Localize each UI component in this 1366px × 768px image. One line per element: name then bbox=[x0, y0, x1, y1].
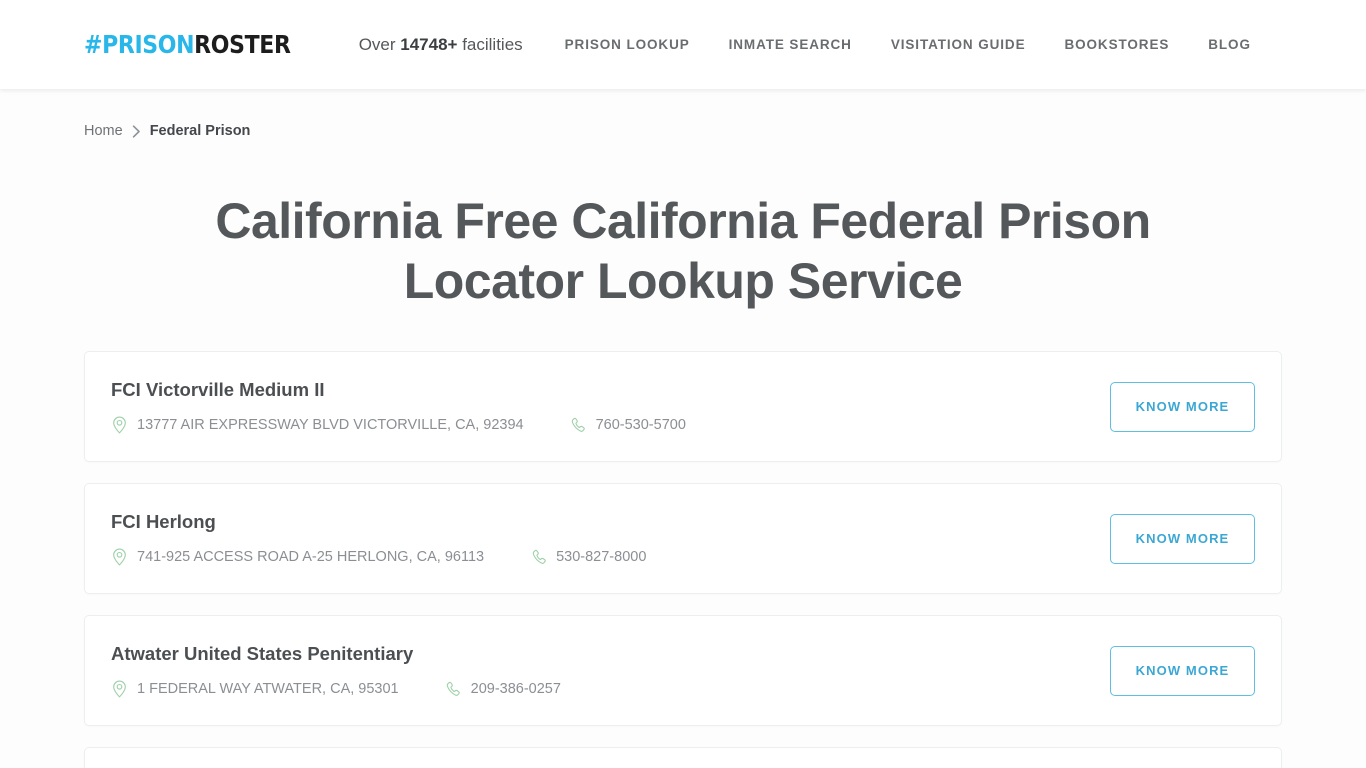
page-title: California Free California Federal Priso… bbox=[215, 193, 1151, 309]
facility-count-label: Over 14748+ facilities bbox=[359, 35, 523, 55]
facility-address-text: 741-925 ACCESS ROAD A-25 HERLONG, CA, 96… bbox=[137, 548, 485, 565]
facility-phone-text: 209-386-0257 bbox=[470, 680, 561, 697]
nav-bookstores[interactable]: BOOKSTORES bbox=[1064, 37, 1169, 52]
facility-list: FCI Victorville Medium II 13777 AIR EXPR… bbox=[84, 351, 1282, 768]
facility-phone-text: 530-827-8000 bbox=[556, 548, 647, 565]
facility-address: 13777 AIR EXPRESSWAY BLVD VICTORVILLE, C… bbox=[111, 415, 524, 434]
site-logo[interactable]: #PRISONROSTER bbox=[84, 30, 291, 59]
facility-meta: 13777 AIR EXPRESSWAY BLVD VICTORVILLE, C… bbox=[111, 415, 1110, 434]
facility-card[interactable]: FCI Victorville Medium II 13777 AIR EXPR… bbox=[84, 351, 1282, 462]
breadcrumb: Home Federal Prison bbox=[84, 89, 1282, 139]
facility-count-suffix: facilities bbox=[457, 34, 523, 54]
facility-info: FCI Herlong 741-925 ACCESS ROAD A-25 HER… bbox=[111, 511, 1110, 566]
nav-visitation-guide[interactable]: VISITATION GUIDE bbox=[891, 37, 1026, 52]
facility-phone: 209-386-0257 bbox=[445, 679, 561, 698]
facility-name: Atwater United States Penitentiary bbox=[111, 643, 414, 664]
facility-meta: 1 FEDERAL WAY ATWATER, CA, 95301 209-386… bbox=[111, 679, 1110, 698]
know-more-button[interactable]: KNOW MORE bbox=[1110, 645, 1255, 696]
header-inner: #PRISONROSTER Over 14748+ facilities PRI… bbox=[68, 30, 1298, 59]
facility-card[interactable]: Atwater United States Penitentiary 1 FED… bbox=[84, 615, 1282, 726]
facility-address: 1 FEDERAL WAY ATWATER, CA, 95301 bbox=[111, 679, 399, 698]
nav-blog[interactable]: BLOG bbox=[1208, 37, 1251, 52]
phone-icon bbox=[530, 547, 547, 566]
facility-info: FCI Victorville Medium II 13777 AIR EXPR… bbox=[111, 379, 1110, 434]
facility-address-text: 1 FEDERAL WAY ATWATER, CA, 95301 bbox=[137, 680, 399, 697]
page-content: Home Federal Prison California Free Cali… bbox=[68, 89, 1298, 768]
map-pin-icon bbox=[111, 415, 128, 434]
facility-name: FCI Victorville Medium II bbox=[111, 379, 325, 400]
facility-phone: 760-530-5700 bbox=[570, 415, 686, 434]
facility-card[interactable]: FCI Herlong 741-925 ACCESS ROAD A-25 HER… bbox=[84, 483, 1282, 594]
chevron-right-icon bbox=[132, 124, 141, 138]
facility-phone: 530-827-8000 bbox=[530, 547, 646, 566]
site-header: #PRISONROSTER Over 14748+ facilities PRI… bbox=[0, 0, 1366, 89]
map-pin-icon bbox=[111, 547, 128, 566]
facility-count-value: 14748+ bbox=[400, 34, 458, 54]
logo-roster-text: ROSTER bbox=[194, 30, 291, 59]
nav-inmate-search[interactable]: INMATE SEARCH bbox=[729, 37, 852, 52]
breadcrumb-current-page: Federal Prison bbox=[149, 123, 251, 139]
facility-address: 741-925 ACCESS ROAD A-25 HERLONG, CA, 96… bbox=[111, 547, 484, 566]
phone-icon bbox=[445, 679, 462, 698]
facility-count-prefix: Over bbox=[358, 34, 401, 54]
map-pin-icon bbox=[111, 679, 128, 698]
facility-name: FCI Herlong bbox=[111, 511, 216, 532]
main-navigation: PRISON LOOKUP INMATE SEARCH VISITATION G… bbox=[565, 37, 1251, 52]
facility-address-text: 13777 AIR EXPRESSWAY BLVD VICTORVILLE, C… bbox=[137, 416, 524, 433]
know-more-button[interactable]: KNOW MORE bbox=[1110, 381, 1255, 432]
breadcrumb-home-link[interactable]: Home bbox=[84, 123, 123, 139]
know-more-button[interactable]: KNOW MORE bbox=[1110, 513, 1255, 564]
facility-card[interactable] bbox=[84, 747, 1282, 768]
facility-info: Atwater United States Penitentiary 1 FED… bbox=[111, 643, 1110, 698]
phone-icon bbox=[570, 415, 587, 434]
logo-hash-text: #PRISON bbox=[84, 30, 195, 59]
facility-phone-text: 760-530-5700 bbox=[595, 416, 686, 433]
facility-meta: 741-925 ACCESS ROAD A-25 HERLONG, CA, 96… bbox=[111, 547, 1110, 566]
nav-prison-lookup[interactable]: PRISON LOOKUP bbox=[565, 37, 690, 52]
